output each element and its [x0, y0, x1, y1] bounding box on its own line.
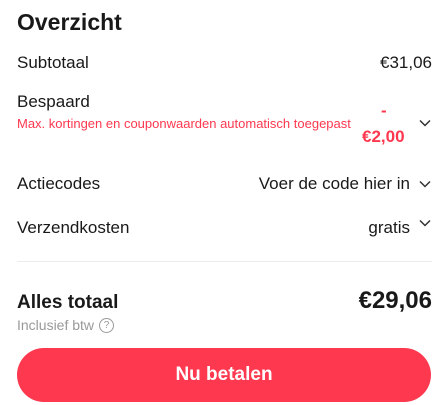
tax-note: Inclusief btw ?: [17, 317, 115, 333]
savings-note: Max. kortingen en couponwaarden automati…: [17, 116, 351, 131]
savings-row[interactable]: Bespaard Max. kortingen en couponwaarden…: [17, 92, 432, 146]
total-value: €29,06: [358, 287, 432, 314]
subtotal-value: €31,06: [380, 53, 432, 72]
savings-label: Bespaard: [17, 92, 90, 111]
promo-code-placeholder: Voer de code hier in: [258, 174, 410, 193]
savings-info: Bespaard Max. kortingen en couponwaarden…: [17, 92, 362, 133]
tax-note-text: Inclusief btw: [17, 317, 95, 333]
pay-now-button[interactable]: Nu betalen: [17, 348, 431, 402]
shipping-value-group[interactable]: gratis: [368, 218, 432, 238]
promo-code-row[interactable]: Actiecodes Voer de code hier in: [17, 174, 432, 194]
promo-code-entry[interactable]: Voer de code hier in: [259, 174, 432, 194]
total-row: Alles totaal €29,06: [17, 287, 432, 315]
chevron-down-icon[interactable]: [418, 177, 432, 191]
savings-sign: -: [381, 101, 387, 120]
divider: [17, 261, 432, 262]
subtotal-row: Subtotaal €31,06: [17, 53, 432, 73]
savings-amount: - €2,00: [362, 98, 422, 150]
savings-value: €2,00: [362, 127, 405, 146]
help-icon[interactable]: ?: [99, 317, 115, 333]
chevron-down-icon[interactable]: [418, 216, 432, 230]
total-label: Alles totaal: [17, 292, 119, 313]
subtotal-label: Subtotaal: [17, 53, 89, 72]
shipping-row[interactable]: Verzendkosten gratis: [17, 218, 432, 238]
chevron-down-icon[interactable]: [418, 116, 432, 130]
summary-title: Overzicht: [17, 9, 122, 35]
shipping-value: gratis: [368, 218, 410, 237]
shipping-label: Verzendkosten: [17, 218, 130, 237]
promo-code-label: Actiecodes: [17, 174, 101, 193]
